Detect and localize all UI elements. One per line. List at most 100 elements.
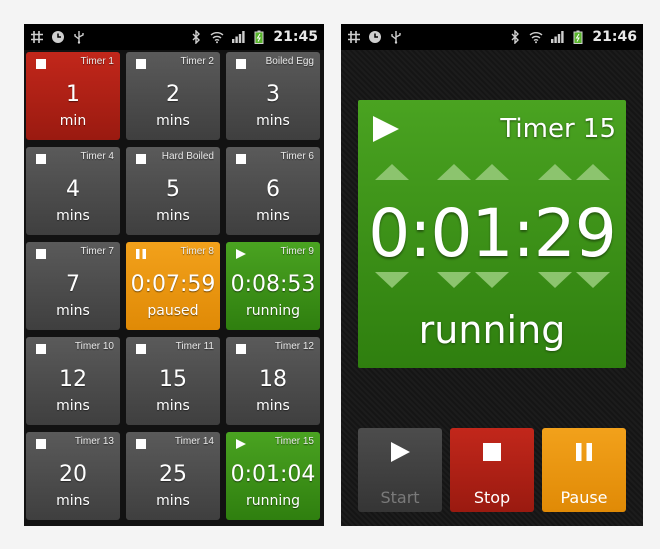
hash-icon [31, 31, 43, 43]
timer-tile-name: Timer 15 [274, 436, 314, 447]
timer-tile-name: Timer 14 [174, 436, 214, 447]
decrement-tens-minutes-arrow-icon[interactable] [437, 272, 471, 288]
wifi-icon [210, 32, 224, 44]
timer-tile[interactable]: Timer 14 25 mins [126, 432, 220, 520]
status-bar-clock: 21:45 [273, 29, 318, 45]
timer-tile-unit: mins [56, 303, 90, 319]
increment-minutes-arrow-icon[interactable] [475, 164, 509, 180]
pause-button-label: Pause [560, 488, 608, 507]
clock-icon [52, 31, 64, 43]
signal-icon [232, 31, 246, 43]
stop-icon [36, 59, 46, 69]
decrement-seconds-arrow-icon[interactable] [576, 272, 610, 288]
start-button-label: Start [380, 488, 420, 507]
timer-tile-unit: mins [256, 398, 290, 414]
timer-tile-name: Timer 10 [74, 341, 114, 352]
timer-tile[interactable]: Hard Boiled 5 mins [126, 147, 220, 235]
timer-tile-value: 15 [159, 367, 187, 392]
pause-icon [576, 443, 592, 461]
timer-tile-name: Timer 13 [74, 436, 114, 447]
increment-seconds-arrow-icon[interactable] [576, 164, 610, 180]
timer-tile-unit: mins [156, 113, 190, 129]
stop-icon [483, 443, 501, 461]
decrement-hours-arrow-icon[interactable] [375, 272, 409, 288]
wifi-icon [529, 32, 543, 44]
timer-tile-unit: min [59, 113, 87, 129]
timer-tile-name: Timer 8 [180, 246, 214, 257]
increment-tens-minutes-arrow-icon[interactable] [437, 164, 471, 180]
timer-tile-name: Timer 7 [80, 246, 114, 257]
play-icon [373, 116, 399, 142]
timer-tile-name: Hard Boiled [161, 151, 214, 162]
stop-button-label: Stop [473, 488, 511, 507]
stop-icon [236, 59, 246, 69]
increment-tens-seconds-arrow-icon[interactable] [538, 164, 572, 180]
phone-screen-timer-list: 21:45 Timer 1 1 min Timer 2 2 mins Boiled Egg 3… [24, 24, 324, 526]
status-bar: 21:45 [24, 24, 324, 50]
timer-tile-value: 7 [66, 272, 80, 297]
stop-icon [236, 344, 246, 354]
usb-icon [74, 31, 84, 44]
play-icon [391, 442, 410, 462]
start-button[interactable]: Start [358, 428, 442, 512]
status-bar: 21:46 [341, 24, 643, 50]
timer-detail-panel[interactable]: Timer 15 0:01:29 running [358, 100, 626, 368]
timer-tile-value: 1 [66, 82, 80, 107]
timer-tile-value: 12 [59, 367, 87, 392]
timer-tile[interactable]: Timer 2 2 mins [126, 52, 220, 140]
timer-tile-value: 2 [166, 82, 180, 107]
play-icon [236, 439, 246, 449]
timer-tile[interactable]: Timer 8 0:07:59 paused [126, 242, 220, 330]
stop-icon [136, 154, 146, 164]
timer-tile-unit: mins [56, 398, 90, 414]
timer-tile[interactable]: Timer 9 0:08:53 running [226, 242, 320, 330]
timer-tile[interactable]: Timer 6 6 mins [226, 147, 320, 235]
bluetooth-icon [192, 30, 201, 44]
clock-icon [369, 31, 381, 43]
timer-tile-name: Timer 6 [280, 151, 314, 162]
timer-tile-unit: mins [156, 398, 190, 414]
timer-tile[interactable]: Timer 15 0:01:04 running [226, 432, 320, 520]
timer-tile-unit: mins [156, 493, 190, 509]
timer-tile-unit: mins [56, 208, 90, 224]
timer-tile-unit: mins [56, 493, 90, 509]
stop-icon [36, 154, 46, 164]
timer-tile-unit: paused [147, 303, 199, 319]
increment-hours-arrow-icon[interactable] [375, 164, 409, 180]
timer-tile[interactable]: Timer 11 15 mins [126, 337, 220, 425]
stop-button[interactable]: Stop [450, 428, 534, 512]
timer-tile[interactable]: Boiled Egg 3 mins [226, 52, 320, 140]
timer-tile-unit: running [245, 303, 301, 319]
timer-tile-unit: mins [256, 113, 290, 129]
timer-tile[interactable]: Timer 10 12 mins [26, 337, 120, 425]
timer-tile-value: 0:08:53 [230, 272, 316, 297]
decrement-tens-seconds-arrow-icon[interactable] [538, 272, 572, 288]
timer-tile-value: 20 [59, 462, 87, 487]
timer-tile-name: Timer 2 [180, 56, 214, 67]
timer-tile[interactable]: Timer 13 20 mins [26, 432, 120, 520]
bluetooth-icon [511, 30, 520, 44]
timer-tile-value: 25 [159, 462, 187, 487]
timer-tile[interactable]: Timer 7 7 mins [26, 242, 120, 330]
stop-icon [36, 344, 46, 354]
decrement-minutes-arrow-icon[interactable] [475, 272, 509, 288]
timer-tile[interactable]: Timer 4 4 mins [26, 147, 120, 235]
pause-button[interactable]: Pause [542, 428, 626, 512]
timer-tile[interactable]: Timer 1 1 min [26, 52, 120, 140]
timer-tile[interactable]: Timer 12 18 mins [226, 337, 320, 425]
timer-tile-value: 0:07:59 [130, 272, 216, 297]
usb-icon [391, 31, 401, 44]
timer-tile-value: 0:01:04 [230, 462, 316, 487]
status-bar-clock: 21:46 [592, 29, 637, 45]
timer-tile-value: 6 [266, 177, 280, 202]
stop-icon [136, 59, 146, 69]
timer-grid: Timer 1 1 min Timer 2 2 mins Boiled Egg 3 mins Ti… [26, 52, 322, 524]
phone-screen-timer-detail: 21:46 Timer 15 0:01:29 running Start Sto… [341, 24, 643, 526]
timer-countdown: 0:01:29 [368, 195, 616, 272]
stop-icon [36, 249, 46, 259]
timer-tile-value: 3 [266, 82, 280, 107]
pause-icon [136, 249, 146, 259]
timer-tile-value: 4 [66, 177, 80, 202]
timer-tile-name: Timer 9 [280, 246, 314, 257]
play-icon [236, 249, 246, 259]
